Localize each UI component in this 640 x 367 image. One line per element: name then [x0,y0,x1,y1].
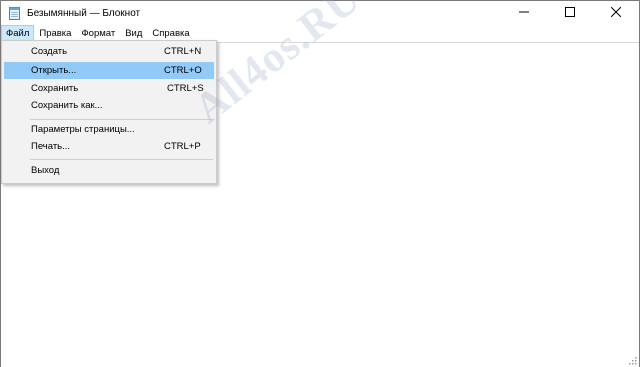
window-controls [501,1,639,25]
maximize-icon [565,7,575,19]
menu-item-label: Создать [31,46,68,57]
menu-item-shortcut: CTRL+N [164,46,202,57]
title-bar[interactable]: Безымянный — Блокнот [1,1,639,25]
menu-item-shortcut: CTRL+O [164,65,202,76]
file-menu-dropdown: Создать CTRL+N Открыть... CTRL+O Сохрани… [1,40,217,184]
menu-item-label: Печать... [31,141,71,152]
menu-item-label: Сохранить как... [31,100,103,111]
menu-item-save-as[interactable]: Сохранить как... [4,97,214,114]
menu-item-save[interactable]: Сохранить CTRL+S [4,80,214,97]
resize-grip-icon[interactable] [628,356,637,365]
menu-item-page-setup[interactable]: Параметры страницы... [4,121,214,138]
maximize-button[interactable] [547,1,593,25]
menu-item-label: Сохранить [31,83,79,94]
menu-item-exit[interactable]: Выход [4,162,214,179]
menu-item-shortcut: CTRL+P [164,141,201,152]
menu-item-label: Параметры страницы... [31,124,135,135]
menu-item-shortcut: CTRL+S [167,83,204,94]
minimize-icon [519,7,529,19]
menu-item-open[interactable]: Открыть... CTRL+O [4,62,214,79]
menu-item-print[interactable]: Печать... CTRL+P [4,138,214,155]
window-title: Безымянный — Блокнот [27,7,141,19]
menu-item-label: Выход [31,165,60,176]
menu-item-label: Открыть... [31,65,77,76]
close-icon [610,6,622,19]
menu-separator [30,159,213,160]
menu-separator [30,119,213,120]
close-button[interactable] [593,1,639,25]
minimize-button[interactable] [501,1,547,25]
notepad-icon [8,6,21,20]
menu-item-new[interactable]: Создать CTRL+N [4,43,214,60]
